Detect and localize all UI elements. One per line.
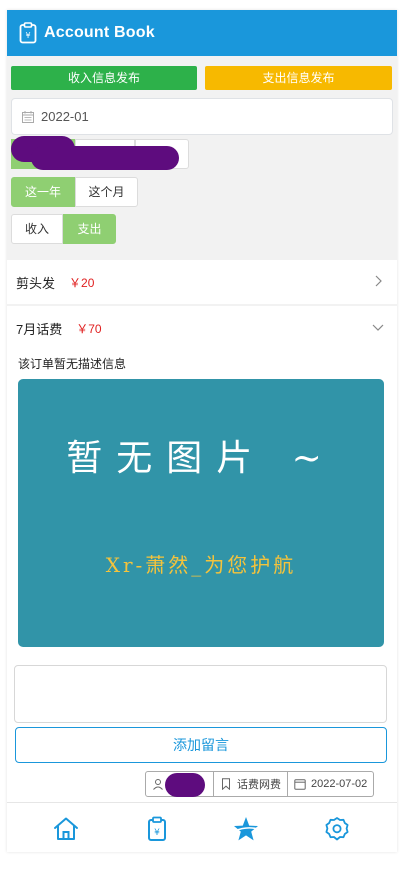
settings-icon: [325, 817, 349, 841]
svg-text:¥: ¥: [154, 828, 160, 838]
calendar-icon: [294, 779, 306, 790]
star-icon: [234, 817, 259, 841]
date-picker[interactable]: [11, 98, 393, 135]
record-item-expanded[interactable]: 7月话费 ￥70: [7, 306, 397, 350]
nav-settings[interactable]: [323, 815, 351, 843]
bottom-nav: ¥: [7, 802, 397, 852]
record-description: 该订单暂无描述信息: [18, 357, 127, 371]
user-icon: [153, 779, 163, 790]
app-frame: ¥ Account Book 收入信息发布 支出信息发布 这一年 这个月 收入 …: [7, 10, 397, 852]
redacted-username: [31, 146, 179, 170]
placeholder-subtitle: Xr-萧然_为您护航: [105, 553, 297, 577]
chevron-right-icon[interactable]: [371, 274, 385, 288]
type-option-income[interactable]: 收入: [11, 214, 63, 244]
add-comment-button[interactable]: 添加留言: [15, 727, 387, 763]
nav-favorites[interactable]: [232, 815, 260, 843]
date-input[interactable]: [41, 109, 341, 124]
record-name: 7月话费: [16, 321, 63, 337]
placeholder-title: 暂无图片 ~: [66, 438, 336, 479]
record-amount: ￥70: [76, 321, 102, 336]
date-label: 2022-07-02: [311, 778, 368, 790]
wallet-icon: ¥: [19, 22, 37, 44]
type-toggle: 收入 支出: [11, 214, 116, 244]
date-tag: 2022-07-02: [288, 771, 375, 797]
nav-home[interactable]: [52, 815, 80, 843]
category-label: 话费网费: [237, 779, 281, 791]
top-bar: ¥ Account Book: [7, 10, 397, 56]
home-icon: [54, 817, 78, 840]
app-title: Account Book: [44, 24, 155, 41]
redacted-username: [165, 773, 205, 797]
calendar-icon: [22, 110, 34, 123]
record-name: 剪头发: [16, 275, 56, 291]
publish-income-button[interactable]: 收入信息发布: [11, 66, 197, 90]
chevron-down-icon[interactable]: [371, 320, 385, 334]
record-item[interactable]: 剪头发 ￥20: [7, 260, 397, 304]
comment-input[interactable]: [14, 665, 387, 723]
record-amount: ￥20: [69, 275, 95, 290]
nav-wallet[interactable]: ¥: [143, 815, 171, 843]
svg-text:¥: ¥: [25, 31, 30, 40]
wallet-icon: ¥: [148, 816, 166, 841]
no-image-placeholder: 暂无图片 ~ Xr-萧然_为您护航: [18, 379, 384, 647]
bookmark-icon: [222, 778, 230, 790]
range-option-month[interactable]: 这个月: [75, 177, 138, 207]
range-option-year[interactable]: 这一年: [11, 177, 75, 207]
range-toggle: 这一年 这个月: [11, 177, 138, 207]
category-tag: 话费网费: [214, 771, 288, 797]
record-detail: 该订单暂无描述信息 暂无图片 ~ Xr-萧然_为您护航 添加留言 话费网费 20…: [7, 349, 397, 809]
publish-expense-button[interactable]: 支出信息发布: [205, 66, 392, 90]
type-option-expense[interactable]: 支出: [63, 214, 116, 244]
